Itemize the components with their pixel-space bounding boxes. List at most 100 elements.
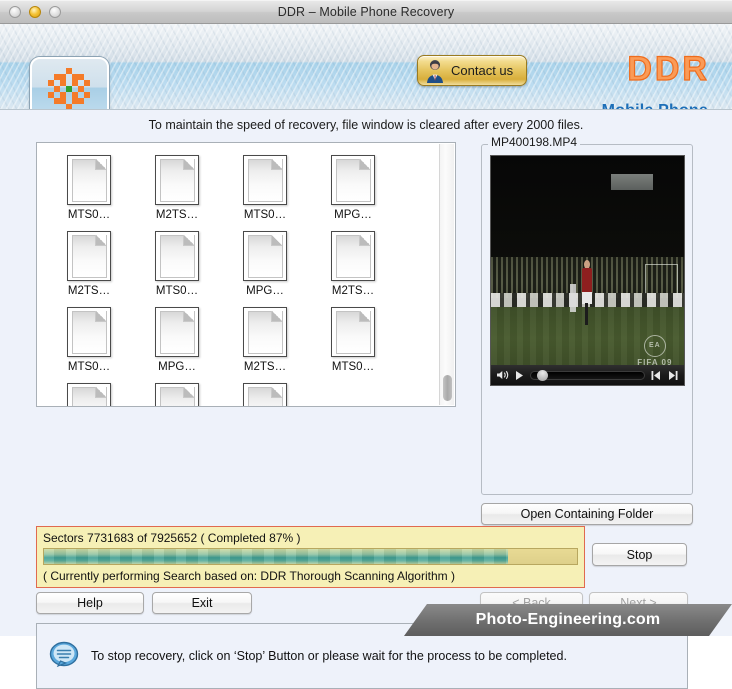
preview-panel: EA FIFA 09: [481, 144, 693, 495]
close-button[interactable]: [9, 6, 21, 18]
recovered-files-panel: MTS0… M2TS… MTS0… MPG… M2TS… MTS0… MPG… M2TS… MT…: [36, 142, 456, 407]
file-icon-fold: [183, 235, 194, 246]
files-scrollbar-thumb[interactable]: [443, 375, 452, 401]
file-grid: MTS0… M2TS… MTS0… MPG… M2TS… MTS0… MPG… M2TS… MT…: [37, 149, 441, 406]
open-containing-folder-label: Open Containing Folder: [520, 507, 654, 521]
video-scrubber-thumb[interactable]: [534, 367, 551, 383]
application-window: DDR – Mobile Phone Recovery Contact us D…: [0, 0, 732, 689]
file-icon-fold: [183, 387, 194, 398]
ddr-app-logo: [30, 57, 109, 109]
contact-us-label: Contact us: [451, 63, 514, 78]
app-header: Contact us DDR Mobile Phone: [0, 24, 732, 110]
brand-subtitle: Mobile Phone: [602, 102, 708, 109]
file-document-icon: [67, 155, 111, 205]
file-icon-fold: [359, 235, 370, 246]
person-icon: [427, 60, 443, 83]
video-controls: [491, 365, 684, 385]
file-document-icon: [331, 155, 375, 205]
file-item[interactable]: M2TS…: [141, 155, 213, 221]
file-item[interactable]: M2TS…: [141, 383, 213, 406]
file-document-icon: [67, 231, 111, 281]
file-document-icon: [243, 307, 287, 357]
file-document-icon: [155, 231, 199, 281]
file-item-label: M2TS…: [155, 209, 199, 221]
file-item[interactable]: M2TS…: [229, 307, 301, 373]
file-icon-fold: [95, 387, 106, 398]
file-icon-fold: [95, 311, 106, 322]
notice-text: To maintain the speed of recovery, file …: [148, 118, 584, 132]
file-item[interactable]: MTS0…: [229, 155, 301, 221]
file-document-icon: [155, 383, 199, 406]
step-back-icon[interactable]: [650, 370, 662, 381]
video-scrubber[interactable]: [530, 367, 645, 383]
exit-button-label: Exit: [191, 596, 213, 610]
files-scrollbar[interactable]: [439, 144, 454, 405]
file-item[interactable]: MTS0…: [53, 307, 125, 373]
file-item-label: MTS0…: [155, 285, 199, 297]
file-icon-fold: [271, 387, 282, 398]
file-item[interactable]: M2TS…: [53, 231, 125, 297]
speech-bubble-icon: [49, 641, 79, 668]
file-document-icon: [155, 307, 199, 357]
file-icon-fold: [271, 235, 282, 246]
volume-icon[interactable]: [496, 369, 510, 381]
ea-logo-icon: EA: [643, 334, 666, 357]
open-containing-folder-button[interactable]: Open Containing Folder: [481, 503, 693, 525]
stop-button[interactable]: Stop: [592, 543, 687, 566]
file-document-icon: [155, 155, 199, 205]
file-item[interactable]: MPG…: [53, 383, 125, 406]
scan-progress-fill: [44, 549, 508, 564]
file-icon-fold: [271, 159, 282, 170]
file-item[interactable]: MPG…: [317, 155, 389, 221]
file-item[interactable]: M2TS…: [317, 231, 389, 297]
file-item-label: MPG…: [334, 209, 372, 221]
file-document-icon: [243, 231, 287, 281]
video-jumbotron: [610, 174, 654, 191]
video-preview[interactable]: EA FIFA 09: [490, 155, 685, 386]
file-item[interactable]: MTS0…: [53, 155, 125, 221]
file-icon-fold: [271, 311, 282, 322]
file-item[interactable]: MPG…: [229, 231, 301, 297]
file-document-icon: [243, 383, 287, 406]
minimize-button[interactable]: [29, 6, 41, 18]
file-item[interactable]: MPG…: [141, 307, 213, 373]
sector-status-text: Sectors 7731683 of 7925652 ( Completed 8…: [43, 531, 301, 545]
file-icon-fold: [183, 311, 194, 322]
file-icon-fold: [95, 235, 106, 246]
file-icon-fold: [359, 159, 370, 170]
stop-button-label: Stop: [626, 547, 653, 562]
exit-button[interactable]: Exit: [152, 592, 252, 614]
file-item-label: MPG…: [158, 361, 196, 373]
help-button-label: Help: [77, 596, 103, 610]
zoom-button[interactable]: [49, 6, 61, 18]
file-icon-fold: [183, 159, 194, 170]
file-item-label: MTS0…: [67, 361, 111, 373]
file-item[interactable]: MTS0…: [317, 307, 389, 373]
play-icon[interactable]: [515, 370, 525, 381]
info-message: To stop recovery, click on ‘Stop’ Button…: [91, 649, 567, 663]
window-title: DDR – Mobile Phone Recovery: [277, 5, 455, 19]
file-item-label: MTS0…: [243, 209, 287, 221]
scan-progress-bar: [43, 548, 578, 565]
file-item[interactable]: MTS0…: [141, 231, 213, 297]
video-player-body: [581, 268, 593, 294]
file-item-label: MTS0…: [331, 361, 375, 373]
file-item-label: M2TS…: [67, 285, 111, 297]
help-button[interactable]: Help: [36, 592, 144, 614]
algorithm-status-text: ( Currently performing Search based on: …: [43, 569, 455, 583]
fifa-watermark: EA FIFA 09: [637, 334, 672, 367]
preview-filename: MP400198.MP4: [488, 135, 581, 149]
video-player-legs: [584, 302, 589, 326]
video-sky: [491, 156, 684, 262]
file-item[interactable]: MTS0…: [229, 383, 301, 406]
step-forward-icon[interactable]: [667, 370, 679, 381]
window-controls: [9, 6, 61, 18]
file-document-icon: [67, 307, 111, 357]
file-document-icon: [243, 155, 287, 205]
contact-us-button[interactable]: Contact us: [417, 55, 527, 86]
video-goal: [645, 263, 679, 295]
progress-panel: Sectors 7731683 of 7925652 ( Completed 8…: [36, 526, 585, 588]
site-watermark: Photo-Engineering.com: [404, 604, 732, 636]
file-document-icon: [67, 383, 111, 406]
file-item-label: MPG…: [246, 285, 284, 297]
